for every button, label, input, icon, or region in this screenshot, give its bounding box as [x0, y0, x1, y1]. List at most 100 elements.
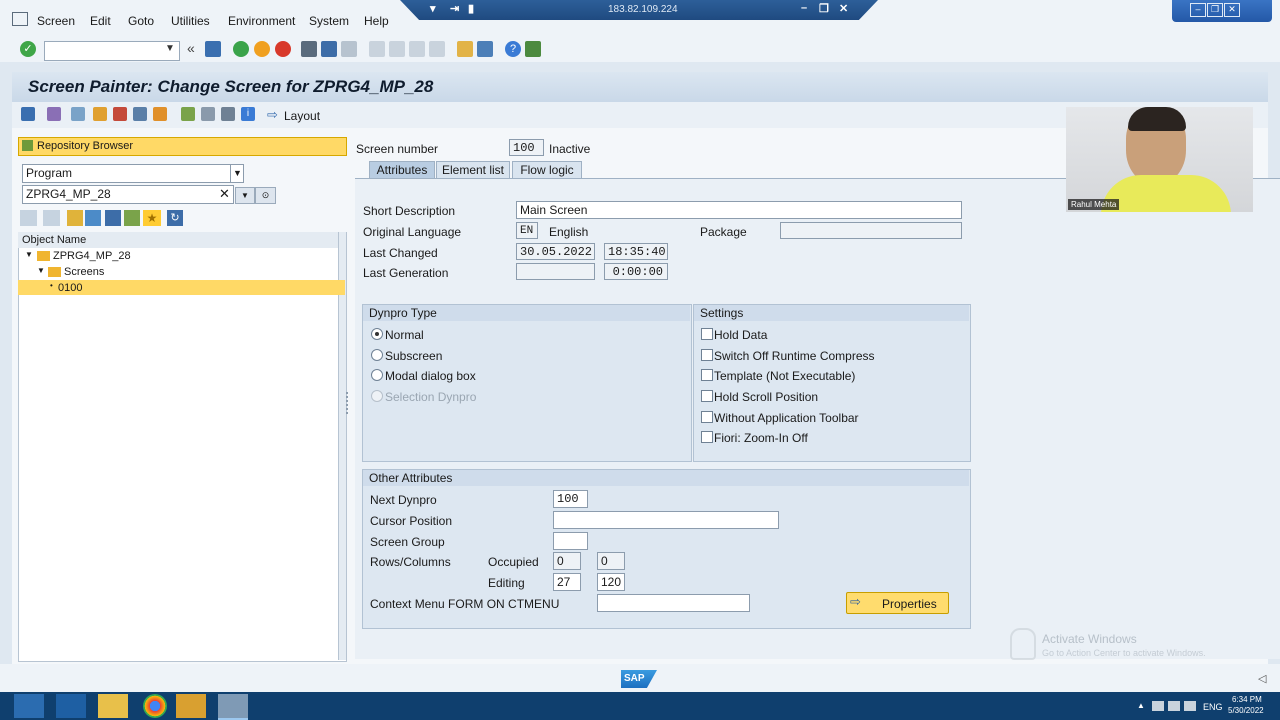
- tray-date[interactable]: 5/30/2022: [1228, 706, 1264, 715]
- help-icon[interactable]: ?: [505, 41, 521, 57]
- object-name-input[interactable]: ZPRG4_MP_28: [22, 185, 234, 204]
- context-menu-input[interactable]: [597, 594, 750, 612]
- layout-button[interactable]: Layout: [284, 109, 320, 123]
- find-tree-icon[interactable]: [105, 210, 121, 226]
- back-icon[interactable]: [233, 41, 249, 57]
- chrome-taskbar-icon[interactable]: [143, 694, 167, 718]
- favorites-icon[interactable]: ★: [143, 210, 161, 226]
- up-level-icon[interactable]: [67, 210, 83, 226]
- object-type-dropdown-icon[interactable]: ▼: [230, 165, 244, 182]
- menu-environment[interactable]: Environment: [228, 14, 295, 28]
- print-icon[interactable]: [301, 41, 317, 57]
- command-dropdown-icon[interactable]: ▼: [165, 43, 175, 54]
- display-icon[interactable]: ⊙: [255, 187, 276, 204]
- expand-screens-icon[interactable]: ▼: [37, 266, 45, 275]
- back-nav-icon[interactable]: [20, 210, 37, 226]
- close-remote-icon[interactable]: ✕: [839, 2, 848, 15]
- editing-columns[interactable]: 120: [597, 573, 625, 591]
- sap-logon-taskbar-icon[interactable]: [14, 694, 44, 718]
- tray-volume-icon[interactable]: [1168, 701, 1180, 711]
- next-dynpro-input[interactable]: 100: [553, 490, 588, 508]
- clear-icon[interactable]: ✕: [219, 186, 230, 202]
- enter-icon[interactable]: ✓: [20, 41, 36, 57]
- test-icon[interactable]: [133, 107, 147, 121]
- save-icon[interactable]: [205, 41, 221, 57]
- menu-utilities[interactable]: Utilities: [171, 14, 210, 28]
- exit-icon[interactable]: [254, 41, 270, 57]
- next-page-icon[interactable]: [409, 41, 425, 57]
- editing-rows[interactable]: 27: [553, 573, 581, 591]
- last-page-icon[interactable]: [429, 41, 445, 57]
- table-icon[interactable]: [221, 107, 235, 121]
- minimize-icon[interactable]: –: [1190, 3, 1206, 17]
- checkbox-hold-scroll[interactable]: [701, 390, 713, 402]
- other-object-icon[interactable]: [21, 107, 35, 121]
- menu-screen[interactable]: Screen: [37, 14, 75, 28]
- previous-page-icon[interactable]: [389, 41, 405, 57]
- new-session-icon[interactable]: [457, 41, 473, 57]
- checkbox-runtime-compress[interactable]: [701, 349, 713, 361]
- menu-system[interactable]: System: [309, 14, 349, 28]
- element-list-icon[interactable]: [201, 107, 215, 121]
- hierarchy-icon[interactable]: [181, 107, 195, 121]
- menu-goto[interactable]: Goto: [128, 14, 154, 28]
- find-icon[interactable]: [321, 41, 337, 57]
- tray-overflow-icon[interactable]: ▲: [1137, 701, 1145, 710]
- checkbox-template[interactable]: [701, 369, 713, 381]
- screen-menu-icon[interactable]: [12, 12, 28, 26]
- forward-nav-icon[interactable]: [43, 210, 60, 226]
- expand-root-icon[interactable]: ▼: [25, 250, 33, 259]
- collapse-icon[interactable]: «: [187, 40, 195, 56]
- splitter-handle[interactable]: [346, 392, 351, 414]
- history-dropdown-icon[interactable]: ▼: [235, 187, 255, 204]
- pin-icon[interactable]: ⇥: [450, 2, 459, 15]
- tree-scrollbar[interactable]: [338, 232, 346, 660]
- tab-attributes[interactable]: Attributes: [369, 161, 435, 179]
- object-type-select[interactable]: Program: [22, 164, 244, 183]
- status-expand-icon[interactable]: ◁: [1258, 672, 1266, 685]
- checkbox-hold-data[interactable]: [701, 328, 713, 340]
- powershell-taskbar-icon[interactable]: [56, 694, 86, 718]
- where-used-icon[interactable]: [153, 107, 167, 121]
- tray-time[interactable]: 6:34 PM: [1232, 695, 1262, 704]
- menu-help[interactable]: Help: [364, 14, 389, 28]
- radio-normal[interactable]: [371, 328, 383, 340]
- info-icon[interactable]: i: [241, 107, 255, 121]
- radio-modal-dialog[interactable]: [371, 369, 383, 381]
- tray-battery-icon[interactable]: [1184, 701, 1196, 711]
- tray-network-icon[interactable]: [1152, 701, 1164, 711]
- find-next-icon[interactable]: [341, 41, 357, 57]
- radio-subscreen[interactable]: [371, 349, 383, 361]
- checkbox-fiori-zoom[interactable]: [701, 431, 713, 443]
- cancel-icon[interactable]: [275, 41, 291, 57]
- shortcut-icon[interactable]: [477, 41, 493, 57]
- maximize-icon[interactable]: ❐: [1207, 3, 1223, 17]
- file-explorer-taskbar-icon[interactable]: [98, 694, 128, 718]
- display-change-icon[interactable]: [47, 107, 61, 121]
- check-icon[interactable]: [93, 107, 107, 121]
- menu-edit[interactable]: Edit: [90, 14, 111, 28]
- tray-language[interactable]: ENG: [1203, 702, 1223, 712]
- refresh-icon[interactable]: ↻: [167, 210, 183, 226]
- close-icon[interactable]: ✕: [1224, 3, 1240, 17]
- command-field[interactable]: [44, 41, 180, 61]
- active-inactive-icon[interactable]: [71, 107, 85, 121]
- sap-gui-taskbar-icon[interactable]: [176, 694, 206, 718]
- customize-layout-icon[interactable]: [525, 41, 541, 57]
- screen-group-input[interactable]: [553, 532, 588, 550]
- active-window-taskbar-icon[interactable]: [218, 694, 248, 720]
- tab-flow-logic[interactable]: Flow logic: [512, 161, 582, 179]
- tree-item-0100[interactable]: 0100: [58, 282, 82, 294]
- tree-root[interactable]: ZPRG4_MP_28: [53, 250, 131, 262]
- tree-hierarchy-icon[interactable]: [124, 210, 140, 226]
- first-page-icon[interactable]: [369, 41, 385, 57]
- connection-menu-icon[interactable]: ▾: [430, 2, 436, 15]
- tab-element-list[interactable]: Element list: [436, 161, 510, 179]
- minimize-remote-icon[interactable]: –: [801, 2, 807, 14]
- short-description-input[interactable]: Main Screen: [516, 201, 962, 219]
- cursor-position-input[interactable]: [553, 511, 779, 529]
- collapse-tree-icon[interactable]: [85, 210, 101, 226]
- restore-remote-icon[interactable]: ❐: [819, 2, 829, 15]
- activate-icon[interactable]: [113, 107, 127, 121]
- tree-folder-screens[interactable]: Screens: [64, 266, 104, 278]
